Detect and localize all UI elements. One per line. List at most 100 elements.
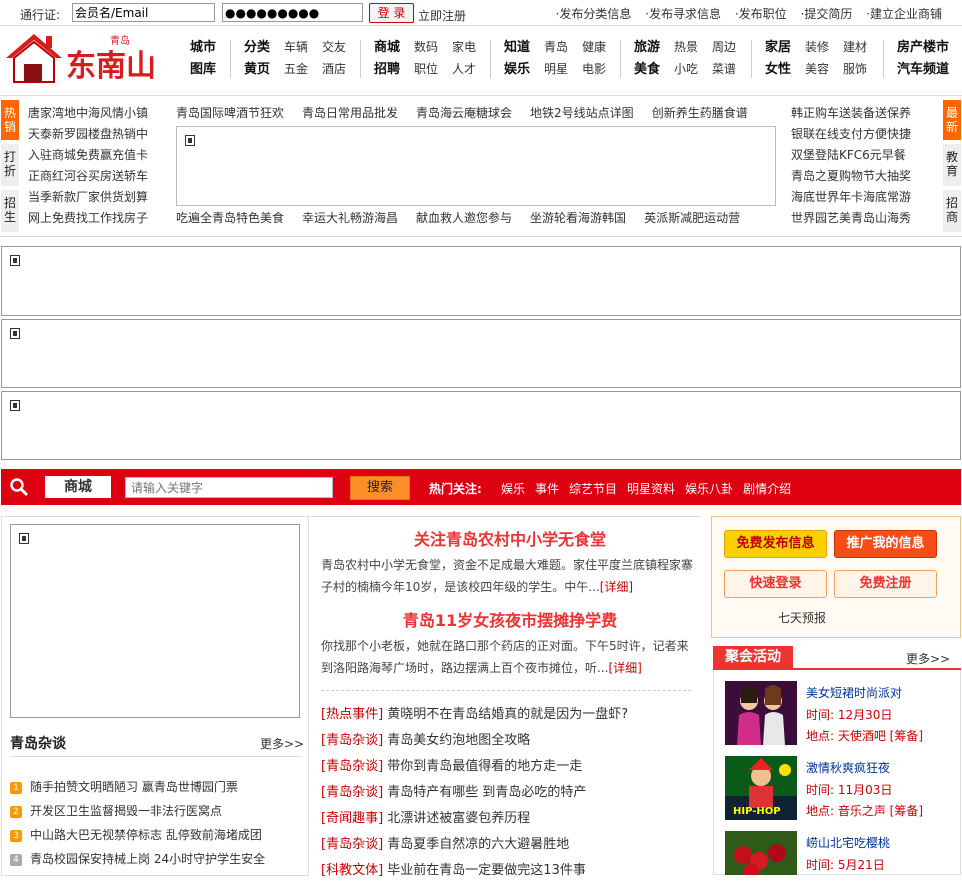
search-category-select[interactable]: 商城 [45,476,111,498]
nav-link[interactable]: 城市 [190,37,216,59]
tab-education[interactable]: 教育 [943,144,961,186]
more-link[interactable]: 更多>> [260,735,304,752]
nav-link[interactable]: 招聘 [374,59,400,81]
news-item[interactable]: [热点事件] 黄晓明不在青岛结婚真的就是因为一盘虾? [321,702,701,728]
nav-link[interactable]: 健康 [582,36,606,58]
nav-link[interactable]: 美食 [634,59,660,81]
banner-ad-2[interactable] [1,319,961,388]
news-item[interactable]: [青岛杂谈] 青岛美女约泡地图全攻略 [321,728,701,754]
password-input[interactable] [222,3,363,22]
nav-link[interactable]: 人才 [452,58,476,80]
list-item[interactable]: 3 中山路大巴无视禁停标志 乱停致前海堵成团 [10,826,306,850]
nav-link[interactable]: 装修 [805,36,829,58]
nav-link[interactable]: 女性 [765,59,791,81]
nav-link[interactable]: 家电 [452,36,476,58]
event-title[interactable]: 激情秋爽疯狂夜 [806,759,890,776]
list-item[interactable]: 2 开发区卫生监督揭毁一非法行医窝点 [10,802,306,826]
nav-link[interactable]: 服饰 [843,58,867,80]
register-link[interactable]: 立即注册 [418,7,466,24]
news-title[interactable]: 黄晓明不在青岛结婚真的就是因为一盘虾? [387,707,628,722]
headline-1[interactable]: 关注青岛农村中小学无食堂 [320,526,700,550]
events-tab[interactable]: 聚会活动 [713,646,793,668]
hot-link[interactable]: 双堡登陆KFC6元早餐 [791,145,931,166]
nav-link[interactable]: 青岛 [544,36,568,58]
nav-link[interactable]: 交友 [322,36,346,58]
publish-job-link[interactable]: ·发布职位 [735,7,787,21]
news-tag[interactable]: [青岛杂谈] [321,785,383,800]
hot-link[interactable]: 地铁2号线站点详图 [530,106,634,120]
events-more-link[interactable]: 更多>> [906,650,950,667]
detail-link[interactable]: [详细] [600,580,633,594]
nav-link[interactable]: 车辆 [284,36,308,58]
create-shop-link[interactable]: ·建立企业商铺 [866,7,942,21]
event-thumbnail[interactable] [725,831,797,875]
nav-link[interactable]: 建材 [843,36,867,58]
nav-link[interactable]: 知道 [504,37,530,59]
nav-link[interactable]: 分类 [244,37,270,59]
tab-hot-sale[interactable]: 热销 [1,100,19,140]
nav-link[interactable]: 电影 [582,58,606,80]
hot-link[interactable]: 韩正购车送装备送保养 [791,103,931,124]
publish-request-link[interactable]: ·发布寻求信息 [645,7,721,21]
publish-info-button[interactable]: 免费发布信息 [724,530,827,558]
hot-topic-link[interactable]: 明星资料 [627,482,675,496]
quick-login-button[interactable]: 快速登录 [724,570,827,598]
nav-link[interactable]: 热景 [674,36,698,58]
nav-link[interactable]: 周边 [712,36,736,58]
hot-link[interactable]: 银联在线支付方便快捷 [791,124,931,145]
left-ad-image[interactable] [10,524,300,718]
nav-link[interactable]: 商城 [374,37,400,59]
submit-resume-link[interactable]: ·提交简历 [801,7,853,21]
headline-2[interactable]: 青岛11岁女孩夜市摆摊挣学费 [320,607,700,631]
hot-link[interactable]: 入驻商城免费赢充值卡 [28,145,168,166]
search-input[interactable] [125,477,333,498]
hot-topic-link[interactable]: 剧情介绍 [743,482,791,496]
site-logo[interactable]: 东南山 青岛 [4,30,174,90]
username-input[interactable] [72,3,215,22]
news-item[interactable]: [青岛杂谈] 青岛夏季自然凉的六大避暑胜地 [321,832,701,858]
hot-center-ad[interactable] [176,126,776,206]
hot-link[interactable]: 献血救人邀您参与 [416,211,512,225]
nav-link[interactable]: 数码 [414,36,438,58]
tab-latest[interactable]: 最新 [943,100,961,140]
tab-discount[interactable]: 打折 [1,144,19,186]
login-button[interactable]: 登 录 [369,3,414,23]
news-tag[interactable]: [奇闻趣事] [321,811,383,826]
hot-link[interactable]: 青岛日常用品批发 [302,106,398,120]
hot-link[interactable]: 天泰新罗园楼盘热销中 [28,124,168,145]
news-title[interactable]: 青岛特产有哪些 到青岛必吃的特产 [387,785,586,800]
hot-link[interactable]: 英派斯减肥运动营 [644,211,740,225]
hot-link[interactable]: 唐家湾地中海风情小镇 [28,103,168,124]
tab-investment[interactable]: 招商 [943,190,961,232]
news-tag[interactable]: [青岛杂谈] [321,837,383,852]
banner-ad-3[interactable] [1,391,961,460]
news-tag[interactable]: [青岛杂谈] [321,759,383,774]
nav-link[interactable]: 旅游 [634,37,660,59]
news-tag[interactable]: [青岛杂谈] [321,733,383,748]
nav-link[interactable]: 房产楼市 [897,37,949,59]
tab-enrollment[interactable]: 招生 [1,190,19,232]
hot-link[interactable]: 当季新款厂家供货划算 [28,187,168,208]
detail-link[interactable]: [详细] [608,661,641,675]
list-item[interactable]: 1 随手拍赞文明晒陋习 赢青岛世博园门票 [10,778,306,802]
news-title[interactable]: 带你到青岛最值得看的地方走一走 [387,759,582,774]
hot-link[interactable]: 网上免费找工作找房子 [28,208,168,229]
news-tag[interactable]: [科教文体] [321,863,383,878]
hot-link[interactable]: 创新养生药膳食谱 [652,106,748,120]
nav-link[interactable]: 图库 [190,59,216,81]
nav-link[interactable]: 家居 [765,37,791,59]
news-tag[interactable]: [热点事件] [321,707,383,722]
news-title[interactable]: 青岛美女约泡地图全攻略 [387,733,530,748]
weather-forecast-link[interactable]: 七天预报 [778,609,826,626]
event-thumbnail[interactable]: HIP-HOP [725,756,797,820]
news-title[interactable]: 青岛夏季自然凉的六大避暑胜地 [387,837,569,852]
hot-link[interactable]: 吃遍全青岛特色美食 [176,211,284,225]
nav-link[interactable]: 娱乐 [504,59,530,81]
nav-link[interactable]: 职位 [414,58,438,80]
hot-link[interactable]: 世界园艺美青岛山海秀 [791,208,931,229]
nav-link[interactable]: 美容 [805,58,829,80]
event-title[interactable]: 美女短裙时尚派对 [806,684,902,701]
hot-topic-link[interactable]: 事件 [535,482,559,496]
nav-link[interactable]: 酒店 [322,58,346,80]
hot-link[interactable]: 青岛海云庵糖球会 [416,106,512,120]
